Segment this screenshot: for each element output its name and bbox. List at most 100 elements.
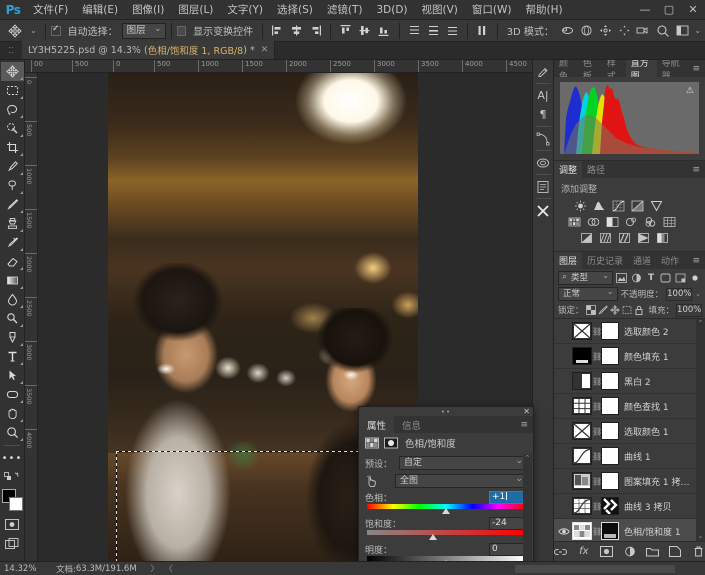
menu-window[interactable]: 窗口(W) xyxy=(465,0,519,20)
tab-swatches[interactable]: 色板 xyxy=(578,60,602,82)
opacity-value[interactable]: 100% xyxy=(666,287,693,301)
delete-layer-icon[interactable] xyxy=(691,545,705,559)
table-row[interactable]: ⛓ 颜色填充 1 xyxy=(554,344,705,369)
layer-visibility-toggle[interactable] xyxy=(556,344,572,369)
pixel-filter-icon[interactable] xyxy=(616,271,628,284)
move-tool-icon[interactable] xyxy=(4,21,27,41)
layer-visibility-toggle[interactable] xyxy=(556,419,572,444)
layer-visibility-toggle[interactable] xyxy=(556,394,572,419)
lock-all-icon[interactable] xyxy=(634,304,644,317)
tab-histogram[interactable]: 直方图 xyxy=(625,60,657,82)
tab-grip-handle[interactable]: ⁚⁚ xyxy=(0,41,22,59)
layer-thumbnail[interactable] xyxy=(572,447,592,465)
workspace-chevron-icon[interactable]: ⌄ xyxy=(693,26,701,35)
show-transform-checkbox[interactable] xyxy=(176,25,187,36)
table-row[interactable]: ⛓ 曲线 3 拷贝 xyxy=(554,494,705,519)
layer-visibility-toggle[interactable] xyxy=(556,444,572,469)
menu-edit[interactable]: 编辑(E) xyxy=(75,0,125,20)
align-left-edges-icon[interactable] xyxy=(269,22,286,40)
color-swatches[interactable] xyxy=(1,489,24,515)
clone-stamp-tool[interactable] xyxy=(1,214,24,233)
photo-filter-icon[interactable] xyxy=(623,215,639,229)
invert-icon[interactable] xyxy=(578,231,594,245)
add-mask-icon[interactable] xyxy=(600,545,614,559)
align-right-edges-icon[interactable] xyxy=(307,22,324,40)
history-brush-tool[interactable] xyxy=(1,233,24,252)
selective-color-icon[interactable] xyxy=(654,231,670,245)
close-x-icon[interactable] xyxy=(534,201,553,220)
layer-thumbnail[interactable] xyxy=(572,472,592,490)
lock-position-icon[interactable] xyxy=(609,304,620,317)
document-tab[interactable]: LY3H5225.psd @ 14.3% (色相/饱和度 1, RGB/8) *… xyxy=(22,41,276,59)
smart-object-filter-icon[interactable] xyxy=(675,271,687,284)
notes-icon[interactable] xyxy=(534,177,553,196)
table-row[interactable]: ⛓ 选取颜色 1 xyxy=(554,419,705,444)
layer-style-icon[interactable]: fx xyxy=(577,545,591,559)
menu-file[interactable]: 文件(F) xyxy=(26,0,75,20)
layer-mask-indicator-icon[interactable] xyxy=(383,436,398,449)
paths-icon[interactable] xyxy=(534,129,553,148)
layer-thumbnail[interactable] xyxy=(572,497,592,515)
layer-list[interactable]: ⛓ 选取颜色 2 ⛓ 颜色填充 1 ⛓ 黑白 2 ⛓ 颜色查找 1 ⛓ 选取颜色… xyxy=(554,318,705,541)
targeted-adjustment-icon[interactable] xyxy=(365,475,379,487)
close-tab-icon[interactable]: ✕ xyxy=(261,45,269,55)
tab-color[interactable]: 颜色 xyxy=(554,60,578,82)
layer-mask-thumbnail[interactable] xyxy=(601,347,619,365)
3d-orbit-icon[interactable] xyxy=(559,22,576,40)
rectangular-marquee-tool[interactable] xyxy=(1,81,24,100)
3d-pan-icon[interactable] xyxy=(597,22,614,40)
layer-thumbnail[interactable] xyxy=(572,397,592,415)
tab-paths[interactable]: 路径 xyxy=(582,161,610,178)
threshold-icon[interactable] xyxy=(616,231,632,245)
rectangle-tool[interactable] xyxy=(1,385,24,404)
saturation-slider-thumb[interactable] xyxy=(429,534,438,540)
lightness-slider-thumb[interactable] xyxy=(442,560,450,561)
tool-preset-chevron-icon[interactable]: ⌄ xyxy=(27,21,40,41)
background-color-swatch[interactable] xyxy=(8,497,23,511)
curves-icon[interactable] xyxy=(610,199,626,213)
search-icon[interactable] xyxy=(654,22,672,40)
edit-toolbar-icon[interactable]: ••• xyxy=(1,449,24,468)
status-collapse-icon[interactable]: 〈 xyxy=(165,563,173,574)
align-vertical-centers-icon[interactable] xyxy=(356,22,373,40)
hue-value-input[interactable]: +1 xyxy=(489,491,527,504)
layer-mask-thumbnail[interactable] xyxy=(601,522,619,540)
align-bottom-edges-icon[interactable] xyxy=(375,22,392,40)
layer-filter-type-dropdown[interactable]: 类型 xyxy=(558,270,613,285)
paragraph-panel-icon[interactable]: ¶ xyxy=(534,105,553,124)
hue-slider-track[interactable] xyxy=(367,504,525,514)
status-scrollbar[interactable] xyxy=(515,564,675,573)
close-button[interactable]: ✕ xyxy=(681,0,705,20)
menu-view[interactable]: 视图(V) xyxy=(415,0,465,20)
adjust-panel-menu-icon[interactable]: ≡ xyxy=(687,161,705,178)
exposure-icon[interactable] xyxy=(629,199,645,213)
menu-3d[interactable]: 3D(D) xyxy=(369,0,414,20)
tab-adjustments[interactable]: 调整 xyxy=(554,161,583,178)
gradient-tool[interactable] xyxy=(1,271,24,290)
layer-mask-thumbnail[interactable] xyxy=(601,372,619,390)
menu-image[interactable]: 图像(I) xyxy=(125,0,171,20)
maximize-button[interactable]: ▢ xyxy=(657,0,681,20)
hue-saturation-icon[interactable] xyxy=(566,215,582,229)
properties-panel[interactable]: •• ✕ 属性 信息 ≡ 色相/饱和度 预设： 自定 全图 xyxy=(358,406,534,561)
link-layers-icon[interactable] xyxy=(554,545,568,559)
tab-properties[interactable]: 属性 xyxy=(359,416,395,433)
table-row[interactable]: ⛓ 黑白 2 xyxy=(554,369,705,394)
distribute-top-icon[interactable] xyxy=(405,22,422,40)
filter-toggle-icon[interactable] xyxy=(689,271,701,284)
tab-navigator[interactable]: 导航器 xyxy=(657,60,688,82)
adjustment-filter-icon[interactable] xyxy=(631,271,643,284)
horizontal-ruler[interactable]: 00 500 0 500 1000 1500 2000 2500 3000 35… xyxy=(25,60,532,73)
lightness-slider-track[interactable] xyxy=(367,556,525,561)
status-expand-icon[interactable]: 〉 xyxy=(151,563,159,574)
menu-layer[interactable]: 图层(L) xyxy=(171,0,220,20)
fill-value[interactable]: 100% xyxy=(676,303,703,317)
saturation-value-input[interactable]: -24 xyxy=(489,517,527,530)
posterize-icon[interactable] xyxy=(597,231,613,245)
preset-dropdown[interactable]: 自定 xyxy=(399,455,527,470)
tab-actions[interactable]: 动作 xyxy=(656,252,684,269)
table-row[interactable]: ⛓ 图案填充 1 拷… xyxy=(554,469,705,494)
gradient-map-icon[interactable] xyxy=(635,231,651,245)
shape-filter-icon[interactable] xyxy=(660,271,672,284)
layer-visibility-toggle[interactable] xyxy=(556,494,572,519)
